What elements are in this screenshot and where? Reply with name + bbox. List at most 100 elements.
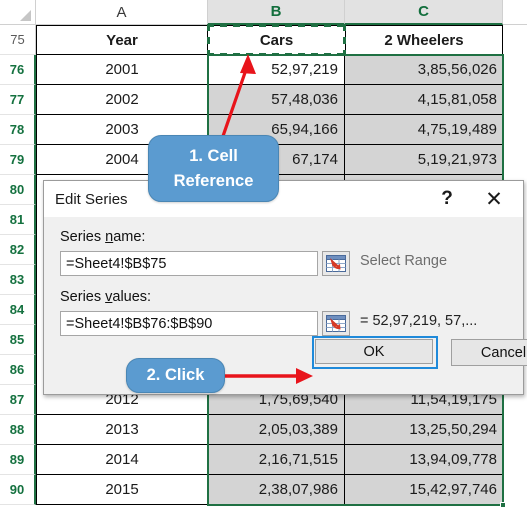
cell-B88[interactable]: 2,05,03,389: [208, 415, 345, 445]
cell-A90[interactable]: 2015: [36, 475, 208, 505]
series-name-label-post: ame:: [113, 229, 146, 245]
series-values-label-post: alues:: [112, 289, 152, 305]
cell-B77[interactable]: 57,48,036: [208, 85, 345, 115]
series-name-row: =Sheet4!$B$75 Select Range: [60, 251, 510, 276]
cell-C75[interactable]: 2 Wheelers: [345, 25, 503, 55]
cell-A76[interactable]: 2001: [36, 55, 208, 85]
column-header-b[interactable]: B: [208, 0, 345, 25]
series-values-row: =Sheet4!$B$76:$B$90 = 52,97,219, 57,...: [60, 311, 510, 336]
series-values-input[interactable]: =Sheet4!$B$76:$B$90: [60, 311, 318, 336]
cell-C78[interactable]: 4,75,19,489: [345, 115, 503, 145]
cell-A75-value: Year: [106, 31, 138, 49]
dialog-title-bar[interactable]: Edit Series ? ✕: [44, 181, 523, 217]
callout-cell-reference-line2: Reference: [173, 171, 254, 190]
cell-B78-value: 65,94,166: [271, 121, 338, 138]
select-range-icon-glyph: [326, 255, 346, 272]
cell-A76-value: 2001: [105, 61, 139, 78]
cell-B77-value: 57,48,036: [271, 91, 338, 108]
help-icon[interactable]: ?: [426, 181, 468, 217]
row-header-83[interactable]: 83: [0, 265, 36, 295]
row-header-77-label: 77: [9, 92, 25, 107]
close-icon[interactable]: ✕: [473, 181, 515, 217]
ok-button-label: OK: [363, 343, 385, 360]
row-header-84[interactable]: 84: [0, 295, 36, 325]
row-header-76[interactable]: 76: [0, 55, 36, 85]
select-range-icon[interactable]: [322, 311, 350, 336]
row-header-87[interactable]: 87: [0, 385, 36, 415]
cell-B88-value: 2,05,03,389: [258, 421, 338, 438]
cell-C77-value: 4,15,81,058: [417, 91, 497, 108]
cell-B75[interactable]: Cars: [208, 25, 345, 55]
column-header-d[interactable]: [503, 0, 527, 25]
select-range-icon[interactable]: [322, 251, 350, 276]
row-header-89[interactable]: 89: [0, 445, 36, 475]
row-header-81-label: 81: [9, 212, 25, 227]
column-header-row: A B C: [0, 0, 527, 25]
row-header-88[interactable]: 88: [0, 415, 36, 445]
column-header-c-label: C: [418, 3, 429, 20]
cell-A78-value: 2003: [105, 121, 139, 138]
cell-A89[interactable]: 2014: [36, 445, 208, 475]
cell-B75-value: Cars: [259, 31, 294, 49]
row-header-88-label: 88: [9, 422, 25, 437]
row-header-80[interactable]: 80: [0, 175, 36, 205]
row-header-79[interactable]: 79: [0, 145, 36, 175]
select-all-corner[interactable]: [0, 0, 36, 25]
cell-B76[interactable]: 52,97,219: [208, 55, 345, 85]
column-header-a[interactable]: A: [36, 0, 208, 25]
cell-B79-value: 67,174: [292, 151, 338, 168]
cell-B76-value: 52,97,219: [271, 61, 338, 78]
callout-click-line1: 2. Click: [146, 366, 205, 385]
cell-C79[interactable]: 5,19,21,973: [345, 145, 503, 175]
row-header-75[interactable]: 75: [0, 25, 36, 55]
corner-triangle-icon: [20, 10, 31, 21]
row-header-90[interactable]: 90: [0, 475, 36, 505]
series-name-label-pre: Series: [60, 229, 106, 245]
row-header-81[interactable]: 81: [0, 205, 36, 235]
callout-click: 2. Click: [126, 358, 225, 393]
row-header-89-label: 89: [9, 452, 25, 467]
ok-button-focus-ring: OK: [312, 336, 438, 369]
cell-A88[interactable]: 2013: [36, 415, 208, 445]
series-name-input[interactable]: =Sheet4!$B$75: [60, 251, 318, 276]
callout-cell-reference-line1: 1. Cell: [189, 146, 238, 165]
row-header-78[interactable]: 78: [0, 115, 36, 145]
row-header-80-label: 80: [9, 182, 25, 197]
row-header-85[interactable]: 85: [0, 325, 36, 355]
cancel-button[interactable]: Cancel: [451, 339, 527, 366]
cell-C90[interactable]: 15,42,97,746: [345, 475, 503, 505]
callout-cell-reference: 1. Cell Reference: [148, 135, 279, 202]
cell-C77[interactable]: 4,15,81,058: [345, 85, 503, 115]
ok-button[interactable]: OK: [315, 339, 433, 364]
cell-A75[interactable]: Year: [36, 25, 208, 55]
dialog-title: Edit Series: [55, 190, 128, 208]
row-header-79-label: 79: [9, 152, 25, 167]
row-header-86[interactable]: 86: [0, 355, 36, 385]
row-header-77[interactable]: 77: [0, 85, 36, 115]
cell-C88[interactable]: 13,25,50,294: [345, 415, 503, 445]
cell-C79-value: 5,19,21,973: [417, 151, 497, 168]
cell-A77[interactable]: 2002: [36, 85, 208, 115]
column-header-c[interactable]: C: [345, 0, 503, 25]
series-name-label-accel: n: [105, 229, 114, 245]
row-header-75-label: 75: [10, 32, 25, 47]
cell-B90[interactable]: 2,38,07,986: [208, 475, 345, 505]
cell-C76[interactable]: 3,85,56,026: [345, 55, 503, 85]
row-header-78-label: 78: [9, 122, 25, 137]
edit-series-dialog[interactable]: Edit Series ? ✕ Series name: =Sheet4!$B$…: [43, 180, 527, 395]
row-header-82-label: 82: [9, 242, 25, 257]
row-header-90-label: 90: [9, 482, 25, 497]
series-name-label: Series name:: [60, 229, 145, 245]
series-values-label: Series values:: [60, 289, 151, 305]
row-header-82[interactable]: 82: [0, 235, 36, 265]
cell-B89[interactable]: 2,16,71,515: [208, 445, 345, 475]
cell-A88-value: 2013: [105, 421, 139, 438]
series-values-preview: = 52,97,219, 57,...: [360, 313, 478, 329]
series-values-label-pre: Series: [60, 289, 106, 305]
cell-C76-value: 3,85,56,026: [417, 61, 497, 78]
column-header-b-label: B: [270, 3, 282, 20]
cell-C75-value: 2 Wheelers: [384, 31, 464, 49]
row-header-87-label: 87: [9, 392, 25, 407]
cell-C89[interactable]: 13,94,09,778: [345, 445, 503, 475]
cancel-button-label: Cancel: [480, 344, 527, 361]
